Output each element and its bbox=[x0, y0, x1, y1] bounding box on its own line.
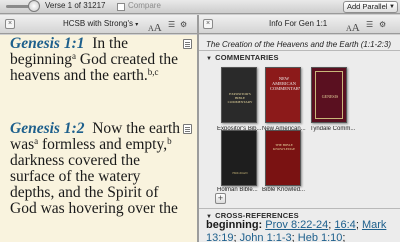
chevron-down-icon: ▼ bbox=[389, 4, 395, 10]
commentary-book-cover[interactable]: HOLMAN bbox=[221, 130, 257, 186]
add-parallel-label: Add Parallel bbox=[347, 2, 388, 11]
gear-icon[interactable]: ⚙ bbox=[379, 20, 386, 29]
crossref-link[interactable]: John 1:1-3 bbox=[240, 232, 292, 242]
top-toolbar: Verse 1 of 31217 Compare Add Parallel ▼ bbox=[0, 0, 400, 14]
commentary-book-cover[interactable]: EXPOSITOR'S BIBLE COMMENTARY bbox=[221, 67, 257, 123]
bible-panel-header: × HCSB with Strong's ▾ AA ☰ ⚙ bbox=[0, 15, 197, 34]
disclosure-triangle-icon: ▼ bbox=[206, 56, 213, 62]
book-cover-title: HOLMAN bbox=[232, 171, 248, 175]
footnote-marker[interactable]: b,c bbox=[148, 67, 159, 77]
font-size-control[interactable]: AA bbox=[346, 18, 360, 36]
footnote-marker[interactable]: b bbox=[167, 136, 172, 146]
book-cover-title: THE BIBLE KNOWLEDGE bbox=[272, 143, 296, 151]
verse-genesis-1-2[interactable]: Genesis 1:2 Now the earth wasa formless … bbox=[10, 121, 182, 217]
verse-slider-knob[interactable] bbox=[28, 0, 40, 12]
note-icon[interactable] bbox=[183, 124, 192, 134]
divider bbox=[199, 50, 400, 51]
commentary-book-cover[interactable]: GENESIS bbox=[311, 67, 347, 123]
bible-text-pane[interactable]: Genesis 1:1 In the beginninga God create… bbox=[0, 35, 197, 242]
verse-reference[interactable]: Genesis 1:1 bbox=[10, 35, 84, 52]
commentaries-section-header[interactable]: ▼ COMMENTARIES bbox=[206, 53, 279, 62]
verse-genesis-1-1[interactable]: Genesis 1:1 In the beginninga God create… bbox=[10, 36, 182, 84]
crossref-link[interactable]: Prov 8:22-24 bbox=[265, 219, 328, 231]
book-cover-title: GENESIS bbox=[321, 94, 339, 99]
crossref-link[interactable]: 16:4 bbox=[334, 219, 355, 231]
compare-label: Compare bbox=[128, 1, 161, 10]
list-icon[interactable]: ☰ bbox=[366, 20, 373, 29]
book-cover-title: NEW AMERICAN COMMENTARY bbox=[270, 76, 301, 91]
book-label[interactable]: Tyndale Comm... bbox=[310, 126, 358, 132]
section-title: COMMENTARIES bbox=[215, 53, 279, 62]
verse-counter: Verse 1 of 31217 bbox=[45, 1, 106, 10]
info-pane: The Creation of the Heavens and the Eart… bbox=[199, 35, 400, 242]
commentary-book-cover[interactable]: THE BIBLE KNOWLEDGE bbox=[265, 130, 301, 186]
crossref-link[interactable]: Heb 1:10 bbox=[298, 232, 343, 242]
font-size-control[interactable]: AA bbox=[148, 18, 162, 36]
list-icon[interactable]: ☰ bbox=[168, 20, 175, 29]
bible-version-label: HCSB with Strong's bbox=[63, 19, 133, 28]
note-icon[interactable] bbox=[183, 39, 192, 49]
compare-checkbox[interactable] bbox=[117, 3, 125, 11]
info-panel-title: Info For Gen 1:1 bbox=[269, 19, 328, 28]
gear-icon[interactable]: ⚙ bbox=[180, 20, 187, 29]
close-icon[interactable]: × bbox=[5, 19, 15, 29]
add-parallel-button[interactable]: Add Parallel ▼ bbox=[343, 1, 398, 13]
font-large-icon: A bbox=[351, 22, 360, 34]
verse-reference[interactable]: Genesis 1:2 bbox=[10, 120, 84, 137]
divider bbox=[199, 208, 400, 209]
info-panel-header: × Info For Gen 1:1 AA ☰ ⚙ bbox=[199, 15, 400, 34]
chevron-down-icon: ▾ bbox=[135, 22, 139, 28]
close-icon[interactable]: × bbox=[203, 19, 213, 29]
book-label[interactable]: Bible Knowled... bbox=[262, 187, 310, 193]
book-cover-title: EXPOSITOR'S BIBLE COMMENTARY bbox=[227, 92, 253, 104]
bible-version-selector[interactable]: HCSB with Strong's ▾ bbox=[63, 19, 138, 28]
font-large-icon: A bbox=[153, 22, 162, 34]
verse-text: formless and empty, bbox=[38, 136, 168, 153]
commentary-book-cover[interactable]: NEW AMERICAN COMMENTARY bbox=[265, 67, 301, 123]
crossref-lead: beginning: bbox=[206, 219, 263, 231]
cross-references-list: beginning: Prov 8:22-24; 16:4; Mark 13:1… bbox=[206, 219, 387, 242]
verse-text: darkness covered the surface of the wate… bbox=[10, 152, 178, 217]
passage-title: The Creation of the Heavens and the Eart… bbox=[206, 40, 391, 49]
add-resource-button[interactable]: + bbox=[215, 193, 226, 204]
